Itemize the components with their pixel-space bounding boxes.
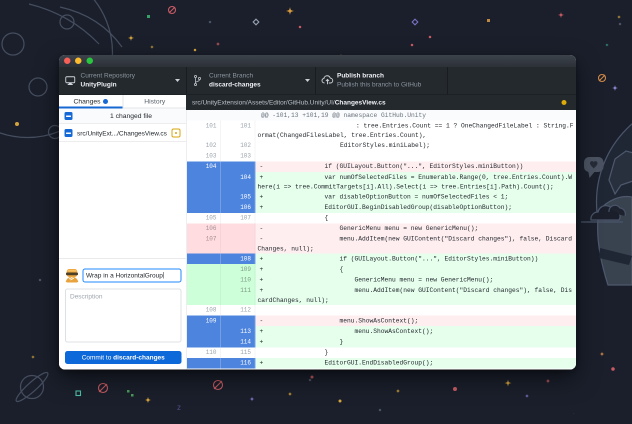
svg-text:z: z (177, 403, 181, 412)
svg-text:.: . (573, 410, 575, 416)
